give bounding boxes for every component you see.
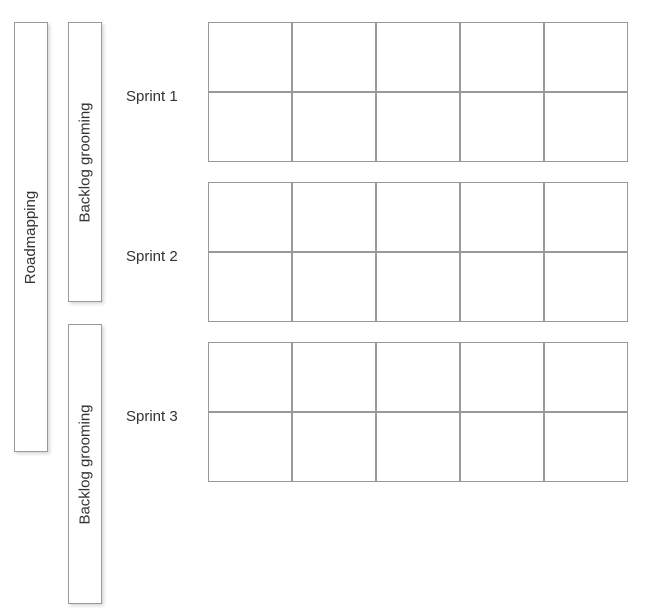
- sprint-3-grid: [208, 342, 628, 482]
- sprint-3-label: Sprint 3: [126, 408, 178, 425]
- roadmapping-box: Roadmapping: [14, 22, 48, 452]
- backlog-grooming-label-1: Backlog grooming: [77, 102, 94, 222]
- sprint-1-cell: [208, 22, 292, 92]
- sprint-1-cell: [376, 22, 460, 92]
- sprint-3-cell: [208, 342, 292, 412]
- sprint-2-cell: [376, 252, 460, 322]
- sprint-3-cell: [208, 412, 292, 482]
- roadmapping-label: Roadmapping: [23, 190, 40, 283]
- backlog-grooming-box-1: Backlog grooming: [68, 22, 102, 302]
- sprint-1-cell: [544, 22, 628, 92]
- sprint-1-cell: [292, 22, 376, 92]
- sprint-2-cell: [544, 252, 628, 322]
- sprint-3-cell: [460, 342, 544, 412]
- sprint-2-cell: [460, 252, 544, 322]
- sprint-2-cell: [460, 182, 544, 252]
- sprint-3-cell: [292, 412, 376, 482]
- sprint-3-cell: [460, 412, 544, 482]
- sprint-3-cell: [376, 412, 460, 482]
- sprint-3-cell: [376, 342, 460, 412]
- sprint-1-cell: [544, 92, 628, 162]
- sprint-3-cell: [544, 412, 628, 482]
- sprint-2-cell: [208, 252, 292, 322]
- sprint-2-label: Sprint 2: [126, 248, 178, 265]
- sprint-2-cell: [292, 182, 376, 252]
- sprint-1-grid: [208, 22, 628, 162]
- sprint-2-grid: [208, 182, 628, 322]
- sprint-1-label: Sprint 1: [126, 88, 178, 105]
- backlog-grooming-label-2: Backlog grooming: [77, 404, 94, 524]
- sprint-1-cell: [292, 92, 376, 162]
- sprint-1-cell: [208, 92, 292, 162]
- backlog-grooming-box-2: Backlog grooming: [68, 324, 102, 604]
- sprint-1-cell: [460, 92, 544, 162]
- sprint-2-cell: [292, 252, 376, 322]
- sprint-3-cell: [544, 342, 628, 412]
- sprint-1-cell: [376, 92, 460, 162]
- sprint-3-cell: [292, 342, 376, 412]
- sprint-2-cell: [544, 182, 628, 252]
- sprint-2-cell: [376, 182, 460, 252]
- sprint-1-cell: [460, 22, 544, 92]
- sprint-2-cell: [208, 182, 292, 252]
